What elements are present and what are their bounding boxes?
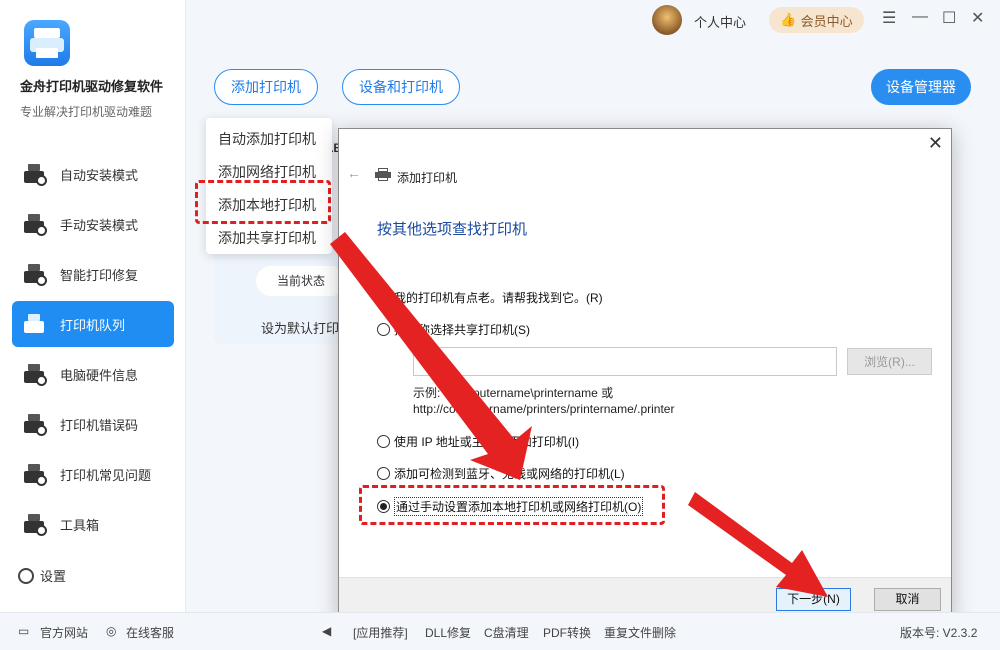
close-icon[interactable]: ✕ (971, 8, 984, 28)
sidebar: 金舟打印机驱动修复软件 专业解决打印机驱动难题 自动安装模式 手动安装模式 智能… (0, 0, 186, 612)
option-shared-by-name[interactable]: 按名称选择共享打印机(S) (377, 321, 530, 338)
sidebar-item-smart-repair[interactable]: 智能打印修复 (12, 251, 174, 297)
dll-repair-link[interactable]: DLL修复 (425, 624, 471, 641)
dialog-heading: 按其他选项查找打印机 (377, 221, 528, 238)
monitor-icon (22, 361, 48, 387)
dup-delete-link[interactable]: 重复文件删除 (604, 624, 676, 641)
sidebar-item-label: 自动安装模式 (60, 167, 139, 183)
sidebar-item-toolbox[interactable]: 工具箱 (12, 501, 174, 547)
gear-icon (18, 567, 34, 584)
devices-printers-button[interactable]: 设备和打印机 (342, 69, 460, 105)
dialog-title: 添加打印机 (397, 171, 458, 185)
website-icon: ▭ (18, 624, 30, 638)
option-label: 使用 IP 地址或主机名添加打印机(I) (394, 435, 580, 449)
sidebar-item-label: 打印机常见问题 (60, 467, 152, 483)
set-default-label[interactable]: 设为默认打印 (261, 318, 339, 337)
option-old-printer[interactable]: 我的打印机有点老。请帮我找到它。(R) (377, 289, 603, 306)
menu-item-shared-add[interactable]: 添加共享打印机 (218, 228, 316, 248)
minimize-icon[interactable]: — (912, 8, 928, 26)
radio-button[interactable] (377, 291, 390, 304)
sidebar-item-manual-install[interactable]: 手动安装模式 (12, 201, 174, 247)
add-printer-button[interactable]: 添加打印机 (214, 69, 318, 105)
highlight-manual-option (359, 485, 665, 525)
cancel-button[interactable]: 取消 (874, 588, 941, 611)
option-label: 添加可检测到蓝牙、无线或网络的打印机(L) (394, 467, 625, 481)
sidebar-item-label: 智能打印修复 (60, 267, 139, 283)
error-code-icon (22, 411, 48, 437)
app-title: 金舟打印机驱动修复软件 (20, 79, 164, 94)
vip-center-button[interactable]: 👍 会员中心 (769, 7, 864, 33)
recommend-label: [应用推荐] (353, 626, 408, 640)
sidebar-item-auto-install[interactable]: 自动安装模式 (12, 151, 174, 197)
radio-button[interactable] (377, 435, 390, 448)
user-center-link[interactable]: 个人中心 (694, 12, 746, 31)
version-label: 版本号: V2.3.2 (900, 626, 978, 640)
browse-button[interactable]: 浏览(R)... (847, 348, 932, 375)
device-manager-button[interactable]: 设备管理器 (871, 69, 971, 105)
faq-icon (22, 461, 48, 487)
bottom-bar: ▭ 官方网站 ◎ 在线客服 ◀ [应用推荐] DLL修复 C盘清理 PDF转换 … (0, 612, 1000, 650)
app-logo (24, 20, 70, 66)
example-line-1: 示例: \\computername\printername 或 (413, 386, 614, 400)
radio-button[interactable] (377, 323, 390, 336)
sidebar-item-faq[interactable]: 打印机常见问题 (12, 451, 174, 497)
settings-button[interactable]: 设置 (18, 566, 66, 585)
toolbox-icon (22, 511, 48, 537)
headset-icon: ◎ (106, 624, 117, 638)
share-name-input[interactable] (413, 347, 837, 376)
option-label: 按名称选择共享打印机(S) (394, 323, 530, 337)
example-line-2: http://computername/printers/printername… (413, 402, 675, 416)
vip-label: 会员中心 (800, 13, 853, 29)
sidebar-item-label: 工具箱 (60, 517, 100, 533)
website-link[interactable]: 官方网站 (40, 624, 88, 641)
current-state-label: 当前状态 (256, 266, 346, 296)
avatar[interactable] (652, 5, 682, 35)
option-bluetooth-wireless[interactable]: 添加可检测到蓝牙、无线或网络的打印机(L) (377, 465, 625, 482)
sidebar-item-label: 手动安装模式 (60, 217, 139, 233)
dialog-close-icon[interactable]: ✕ (928, 133, 943, 154)
sidebar-item-hardware-info[interactable]: 电脑硬件信息 (12, 351, 174, 397)
menu-item-network-add[interactable]: 添加网络打印机 (218, 162, 316, 182)
settings-label: 设置 (40, 569, 67, 584)
maximize-icon[interactable]: ☐ (942, 8, 956, 28)
sidebar-item-error-code[interactable]: 打印机错误码 (12, 401, 174, 447)
printer-queue-icon (22, 311, 48, 337)
sidebar-item-label: 打印机队列 (60, 317, 126, 333)
option-label: 我的打印机有点老。请帮我找到它。(R) (394, 291, 603, 305)
option-ip-address[interactable]: 使用 IP 地址或主机名添加打印机(I) (377, 433, 579, 450)
back-arrow-icon[interactable]: ← (347, 165, 361, 181)
menu-item-auto-add[interactable]: 自动添加打印机 (218, 129, 316, 149)
menu-icon[interactable]: ☰ (882, 8, 896, 28)
pdf-convert-link[interactable]: PDF转换 (543, 624, 591, 641)
thumb-icon: 👍 (780, 12, 797, 27)
megaphone-icon: ◀ (322, 624, 332, 638)
sidebar-item-label: 电脑硬件信息 (60, 367, 139, 383)
highlight-local-add (195, 180, 331, 224)
next-button[interactable]: 下一步(N) (776, 588, 851, 611)
printer-icon (375, 168, 391, 181)
smart-repair-icon (22, 261, 48, 287)
auto-install-icon (22, 161, 48, 187)
sidebar-item-printer-queue[interactable]: 打印机队列 (12, 301, 174, 347)
sidebar-item-label: 打印机错误码 (60, 417, 139, 433)
add-printer-dialog: ✕ ← 添加打印机 按其他选项查找打印机 我的打印机有点老。请帮我找到它。(R)… (338, 128, 952, 622)
c-clean-link[interactable]: C盘清理 (484, 624, 529, 641)
online-service-link[interactable]: 在线客服 (126, 624, 174, 641)
app-subtitle: 专业解决打印机驱动难题 (20, 105, 153, 119)
radio-button[interactable] (377, 467, 390, 480)
manual-install-icon (22, 211, 48, 237)
